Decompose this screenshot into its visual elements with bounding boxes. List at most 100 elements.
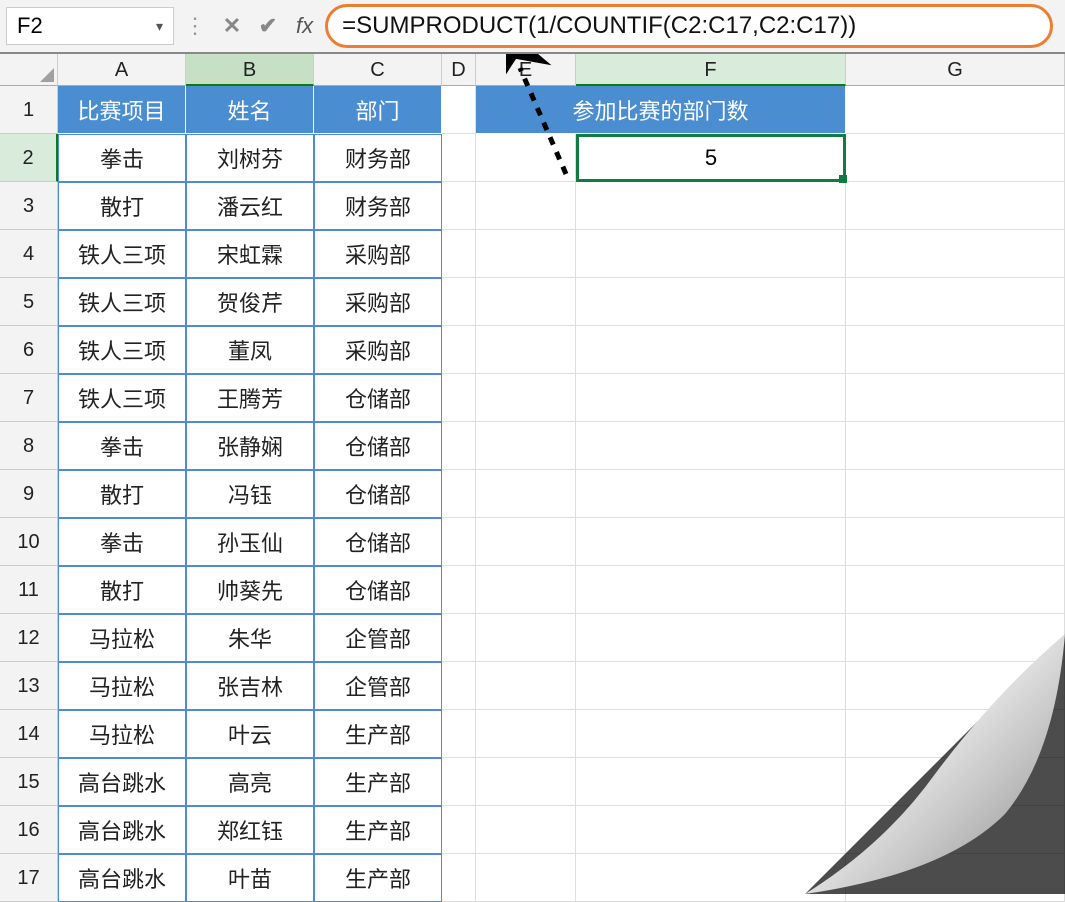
cell-empty[interactable] [846, 854, 1065, 902]
cell-empty[interactable] [442, 326, 476, 374]
row-header-12[interactable]: 12 [0, 614, 58, 662]
cell[interactable]: 仓储部 [314, 470, 442, 518]
cell-empty[interactable] [846, 614, 1065, 662]
cancel-formula-button[interactable]: ✕ [216, 7, 248, 45]
cell-empty[interactable] [576, 278, 846, 326]
row-header-10[interactable]: 10 [0, 518, 58, 566]
table1-header-0[interactable]: 比赛项目 [58, 86, 186, 134]
cell[interactable]: 潘云红 [186, 182, 314, 230]
cell-empty[interactable] [442, 278, 476, 326]
row-header-9[interactable]: 9 [0, 470, 58, 518]
col-header-C[interactable]: C [314, 54, 442, 86]
cell-empty[interactable] [442, 182, 476, 230]
cell-empty[interactable] [442, 134, 476, 182]
cell-empty[interactable] [846, 374, 1065, 422]
cell-empty[interactable] [476, 518, 576, 566]
formula-input[interactable]: =SUMPRODUCT(1/COUNTIF(C2:C17,C2:C17)) [325, 4, 1053, 48]
cell[interactable]: 郑红钰 [186, 806, 314, 854]
cell-F2-selected[interactable]: 5 [576, 134, 846, 182]
cell[interactable]: 采购部 [314, 230, 442, 278]
row-header-1[interactable]: 1 [0, 86, 58, 134]
cell[interactable]: 贺俊芹 [186, 278, 314, 326]
cell-empty[interactable] [476, 182, 576, 230]
cell-empty[interactable] [846, 566, 1065, 614]
row-header-4[interactable]: 4 [0, 230, 58, 278]
cell-empty[interactable] [476, 614, 576, 662]
row-header-7[interactable]: 7 [0, 374, 58, 422]
row-header-15[interactable]: 15 [0, 758, 58, 806]
col-header-E[interactable]: E [476, 54, 576, 86]
cell[interactable]: 高台跳水 [58, 758, 186, 806]
cell-empty[interactable] [576, 182, 846, 230]
row-header-5[interactable]: 5 [0, 278, 58, 326]
cell-empty[interactable] [846, 326, 1065, 374]
cell[interactable]: 高台跳水 [58, 806, 186, 854]
cell-empty[interactable] [846, 182, 1065, 230]
col-header-F[interactable]: F [576, 54, 846, 86]
cell[interactable]: 高亮 [186, 758, 314, 806]
name-box[interactable]: F2 ▾ [6, 7, 174, 45]
row-header-16[interactable]: 16 [0, 806, 58, 854]
table2-header[interactable]: 参加比赛的部门数 [476, 86, 846, 134]
cell-empty[interactable] [846, 422, 1065, 470]
cell[interactable]: 财务部 [314, 182, 442, 230]
cell-empty[interactable] [442, 566, 476, 614]
cell-empty[interactable] [846, 710, 1065, 758]
cell[interactable]: 采购部 [314, 278, 442, 326]
cell[interactable]: 生产部 [314, 854, 442, 902]
cell[interactable]: 仓储部 [314, 518, 442, 566]
table1-header-2[interactable]: 部门 [314, 86, 442, 134]
cell-empty[interactable] [576, 758, 846, 806]
col-header-B[interactable]: B [186, 54, 314, 86]
cell[interactable]: 散打 [58, 182, 186, 230]
cell-empty[interactable] [576, 374, 846, 422]
cell-empty[interactable] [476, 278, 576, 326]
cell-empty[interactable] [476, 230, 576, 278]
cell-empty[interactable] [442, 662, 476, 710]
cell-empty[interactable] [576, 710, 846, 758]
cell[interactable]: 高台跳水 [58, 854, 186, 902]
cell[interactable]: 张静娴 [186, 422, 314, 470]
cell[interactable]: 叶云 [186, 710, 314, 758]
cell-empty[interactable] [476, 422, 576, 470]
cell-empty[interactable] [846, 278, 1065, 326]
cell[interactable]: 铁人三项 [58, 374, 186, 422]
cell-empty[interactable] [576, 326, 846, 374]
row-header-3[interactable]: 3 [0, 182, 58, 230]
cell[interactable]: 宋虹霖 [186, 230, 314, 278]
cell[interactable]: 铁人三项 [58, 278, 186, 326]
row-header-14[interactable]: 14 [0, 710, 58, 758]
row-header-17[interactable]: 17 [0, 854, 58, 902]
cell[interactable]: 拳击 [58, 422, 186, 470]
cell-empty[interactable] [476, 758, 576, 806]
table1-header-1[interactable]: 姓名 [186, 86, 314, 134]
cell-empty[interactable] [576, 230, 846, 278]
cell[interactable]: 生产部 [314, 710, 442, 758]
cell-empty[interactable] [442, 710, 476, 758]
cell[interactable]: 张吉林 [186, 662, 314, 710]
col-header-G[interactable]: G [846, 54, 1065, 86]
select-all-corner[interactable] [0, 54, 58, 86]
cell-empty[interactable] [442, 614, 476, 662]
fx-button[interactable]: fx [288, 13, 321, 39]
cell[interactable]: 王腾芳 [186, 374, 314, 422]
cell-empty[interactable] [476, 662, 576, 710]
cell[interactable]: 散打 [58, 566, 186, 614]
cell[interactable]: 仓储部 [314, 422, 442, 470]
cell-empty[interactable] [442, 758, 476, 806]
cell-empty[interactable] [476, 566, 576, 614]
cell-empty[interactable] [442, 422, 476, 470]
cell-empty[interactable] [476, 374, 576, 422]
cell-empty[interactable] [846, 86, 1065, 134]
cell-empty[interactable] [576, 470, 846, 518]
cell[interactable]: 仓储部 [314, 374, 442, 422]
cell-empty[interactable] [846, 758, 1065, 806]
cell[interactable]: 生产部 [314, 758, 442, 806]
cell[interactable]: 拳击 [58, 134, 186, 182]
cell-empty[interactable] [442, 470, 476, 518]
cell-empty[interactable] [576, 806, 846, 854]
cell[interactable]: 铁人三项 [58, 230, 186, 278]
row-header-11[interactable]: 11 [0, 566, 58, 614]
cell[interactable]: 散打 [58, 470, 186, 518]
cell[interactable]: 帅葵先 [186, 566, 314, 614]
